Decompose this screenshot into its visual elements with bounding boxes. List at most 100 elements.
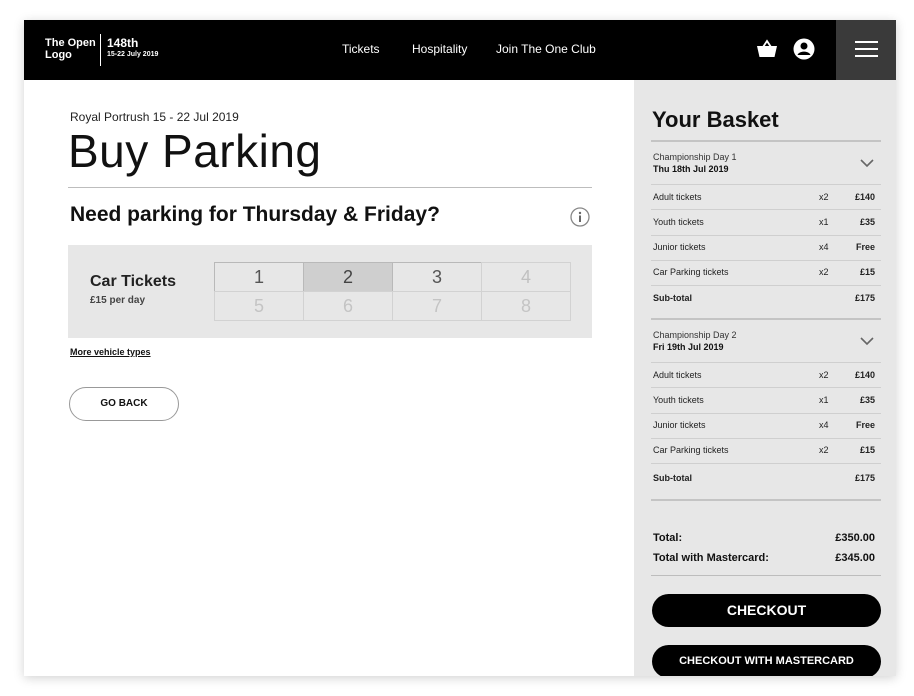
quantity-option-1[interactable]: 1 bbox=[214, 262, 304, 292]
basket-icon[interactable] bbox=[756, 39, 778, 59]
mastercard-total-label: Total with Mastercard: bbox=[653, 552, 769, 564]
divider bbox=[651, 387, 881, 388]
quantity-option-7: 7 bbox=[392, 291, 482, 321]
quantity-option-8: 8 bbox=[481, 291, 571, 321]
mastercard-total-value: £345.00 bbox=[835, 552, 875, 564]
edition-badge: 148th 15-22 July 2019 bbox=[107, 36, 158, 60]
basket-title: Your Basket bbox=[652, 107, 779, 132]
item-label: Youth tickets bbox=[653, 217, 704, 227]
item-price: Free bbox=[855, 420, 875, 430]
nav-hospitality[interactable]: Hospitality bbox=[412, 42, 467, 56]
basket-line-item: Car Parking tickets x2 £15 bbox=[653, 267, 875, 281]
more-vehicle-types-link[interactable]: More vehicle types bbox=[70, 347, 151, 357]
edition-number: 148th bbox=[107, 36, 139, 50]
item-label: Car Parking tickets bbox=[653, 445, 729, 455]
item-price: Free bbox=[855, 242, 875, 252]
go-back-button[interactable]: GO BACK bbox=[69, 387, 179, 421]
subtotal-label: Sub-total bbox=[653, 293, 692, 303]
divider bbox=[651, 413, 881, 414]
basket-line-item: Junior tickets x4 Free bbox=[653, 242, 875, 256]
divider bbox=[651, 209, 881, 210]
divider bbox=[651, 235, 881, 236]
menu-icon-bar bbox=[855, 48, 878, 50]
logo-line-2: Logo bbox=[45, 49, 72, 61]
basket-line-item: Adult tickets x2 £140 bbox=[653, 192, 875, 206]
car-tickets-price: £15 per day bbox=[90, 295, 146, 306]
day-1-name: Championship Day 1 bbox=[653, 152, 737, 162]
edition-dates: 15-22 July 2019 bbox=[107, 51, 159, 58]
logo-divider bbox=[100, 34, 101, 66]
quantity-option-6: 6 bbox=[303, 291, 393, 321]
logo[interactable]: The Open Logo bbox=[45, 37, 99, 61]
item-price: £140 bbox=[854, 192, 875, 202]
day-2-date: Fri 19th Jul 2019 bbox=[653, 342, 724, 352]
item-qty: x2 bbox=[819, 192, 829, 202]
nav-tickets[interactable]: Tickets bbox=[342, 42, 380, 56]
day-2-header[interactable]: Championship Day 2 Fri 19th Jul 2019 bbox=[653, 329, 737, 353]
item-price: £15 bbox=[859, 267, 875, 277]
day-1-subtotal: Sub-total £175 bbox=[653, 293, 875, 307]
nav-join-one-club[interactable]: Join The One Club bbox=[496, 42, 596, 56]
subtotal-label: Sub-total bbox=[653, 473, 692, 483]
item-label: Junior tickets bbox=[653, 242, 706, 252]
item-label: Car Parking tickets bbox=[653, 267, 729, 277]
chevron-down-icon[interactable] bbox=[860, 159, 874, 168]
divider bbox=[651, 318, 881, 320]
basket-line-item: Youth tickets x1 £35 bbox=[653, 217, 875, 231]
item-qty: x2 bbox=[819, 445, 829, 455]
quantity-option-4: 4 bbox=[481, 262, 571, 292]
divider bbox=[651, 184, 881, 185]
item-label: Junior tickets bbox=[653, 420, 706, 430]
divider bbox=[651, 463, 881, 464]
quantity-selector: 1 2 3 4 5 6 7 8 bbox=[214, 262, 573, 321]
divider bbox=[651, 140, 881, 142]
chevron-down-icon[interactable] bbox=[860, 337, 874, 346]
menu-icon-bar bbox=[855, 41, 878, 43]
basket-line-item: Adult tickets x2 £140 bbox=[653, 370, 875, 384]
day-2-name: Championship Day 2 bbox=[653, 330, 737, 340]
day-1-header[interactable]: Championship Day 1 Thu 18th Jul 2019 bbox=[653, 151, 737, 175]
checkout-button[interactable]: CHECKOUT bbox=[652, 594, 881, 627]
car-tickets-panel: Car Tickets £15 per day 1 2 3 4 5 6 7 8 bbox=[68, 245, 592, 338]
logo-line-1: The Open bbox=[45, 37, 96, 49]
menu-button[interactable] bbox=[836, 20, 896, 80]
item-label: Adult tickets bbox=[653, 370, 702, 380]
item-qty: x4 bbox=[819, 420, 829, 430]
item-qty: x2 bbox=[819, 370, 829, 380]
item-qty: x4 bbox=[819, 242, 829, 252]
item-price: £15 bbox=[859, 445, 875, 455]
site-header: The Open Logo 148th 15-22 July 2019 Tick… bbox=[24, 20, 896, 80]
item-label: Youth tickets bbox=[653, 395, 704, 405]
basket-line-item: Car Parking tickets x2 £15 bbox=[653, 445, 875, 459]
quantity-option-3[interactable]: 3 bbox=[392, 262, 482, 292]
item-qty: x2 bbox=[819, 267, 829, 277]
subtotal-value: £175 bbox=[854, 473, 875, 483]
divider bbox=[651, 260, 881, 261]
basket-line-item: Junior tickets x4 Free bbox=[653, 420, 875, 434]
item-price: £35 bbox=[859, 217, 875, 227]
day-2-subtotal: Sub-total £175 bbox=[653, 473, 875, 487]
basket-panel: Your Basket Championship Day 1 Thu 18th … bbox=[634, 80, 896, 676]
item-label: Adult tickets bbox=[653, 192, 702, 202]
event-subtitle: Royal Portrush 15 - 22 Jul 2019 bbox=[70, 110, 239, 124]
item-qty: x1 bbox=[819, 217, 829, 227]
page-frame: The Open Logo 148th 15-22 July 2019 Tick… bbox=[24, 20, 896, 676]
checkout-mastercard-button[interactable]: CHECKOUT WITH MASTERCARD bbox=[652, 645, 881, 676]
total-row: Total: £350.00 bbox=[653, 532, 875, 544]
item-price: £140 bbox=[854, 370, 875, 380]
subtotal-value: £175 bbox=[854, 293, 875, 303]
mastercard-total-row: Total with Mastercard: £345.00 bbox=[653, 552, 875, 564]
item-qty: x1 bbox=[819, 395, 829, 405]
basket-line-item: Youth tickets x1 £35 bbox=[653, 395, 875, 409]
total-value: £350.00 bbox=[835, 532, 875, 544]
quantity-option-2[interactable]: 2 bbox=[303, 262, 393, 292]
divider bbox=[651, 499, 881, 501]
parking-question: Need parking for Thursday & Friday? bbox=[70, 203, 440, 226]
divider bbox=[651, 285, 881, 286]
total-label: Total: bbox=[653, 532, 683, 544]
car-tickets-title: Car Tickets bbox=[90, 273, 176, 290]
info-icon[interactable] bbox=[570, 207, 590, 227]
divider bbox=[68, 187, 592, 188]
menu-icon-bar bbox=[855, 55, 878, 57]
user-icon[interactable] bbox=[793, 38, 815, 60]
